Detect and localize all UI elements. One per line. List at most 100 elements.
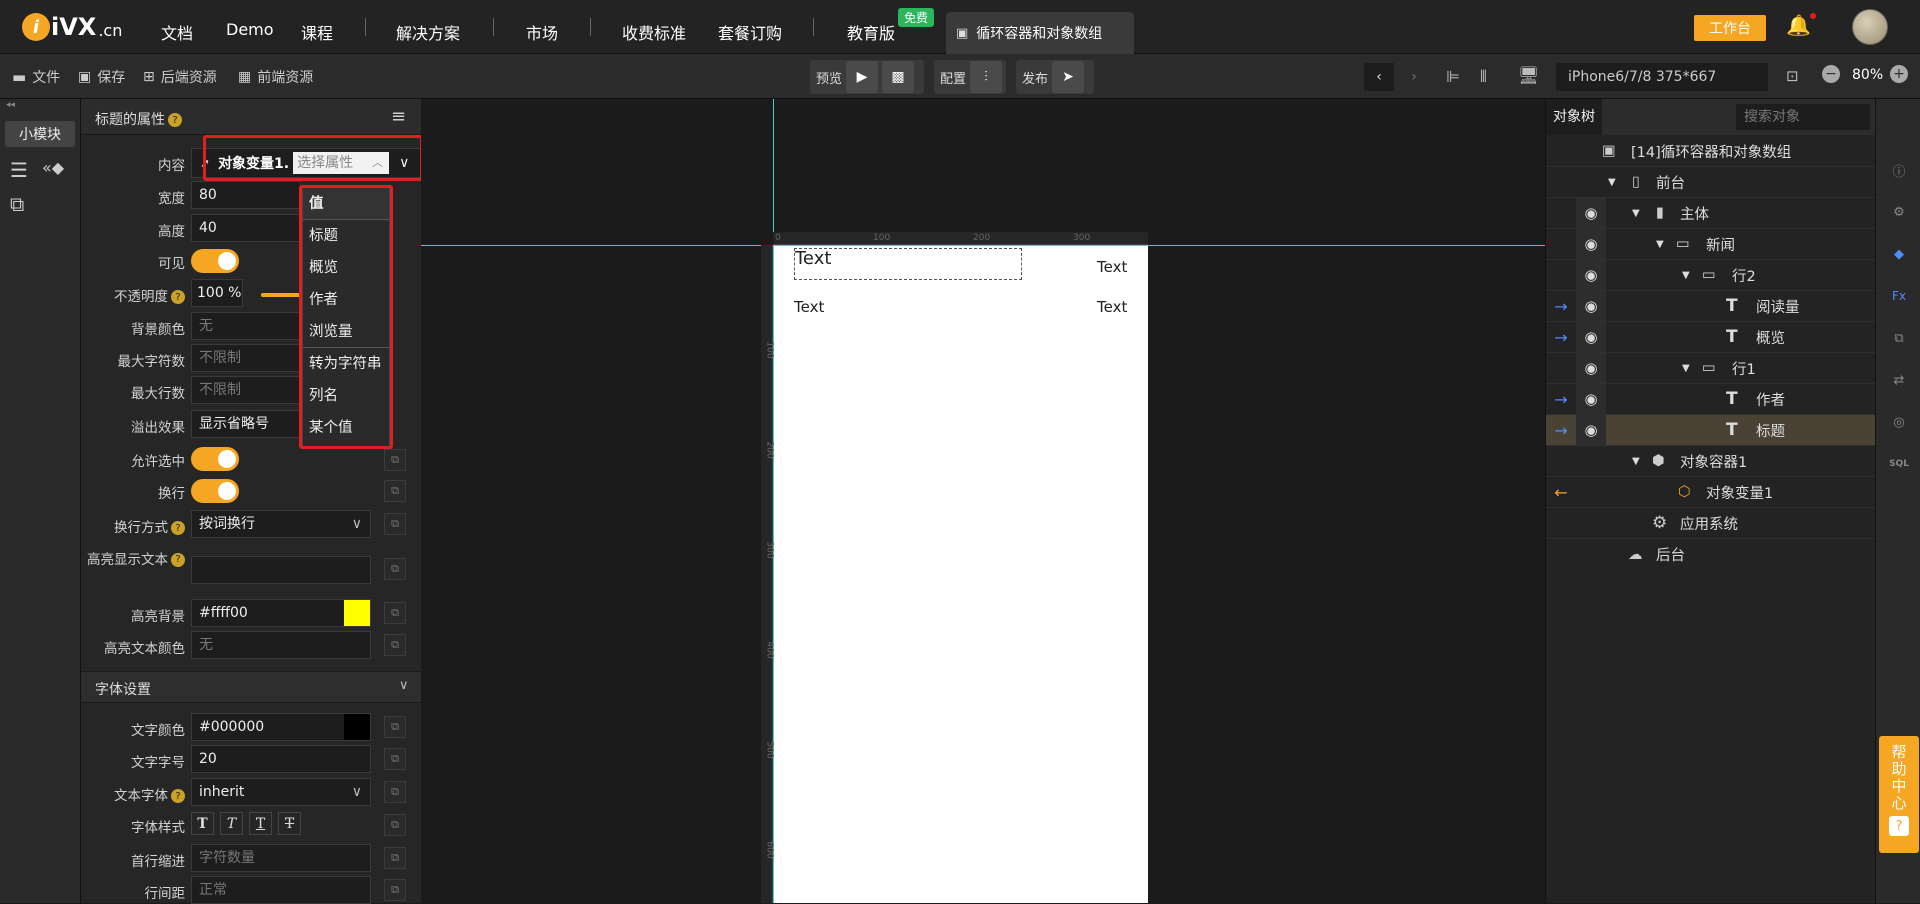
api-icon[interactable]: ◎ bbox=[1888, 411, 1910, 433]
italic-icon[interactable]: T bbox=[220, 812, 243, 835]
copy-button[interactable]: ⧉ bbox=[384, 602, 406, 624]
copy-button[interactable]: ⧉ bbox=[384, 558, 406, 580]
nav-demo[interactable]: Demo bbox=[226, 20, 274, 39]
tree-node-author[interactable]: → ◉ T 作者 bbox=[1546, 384, 1876, 415]
copy-button[interactable]: ⧉ bbox=[384, 480, 406, 502]
nav-education[interactable]: 教育版 bbox=[847, 20, 895, 44]
tree-node-backend[interactable]: ☁ 后台 bbox=[1546, 539, 1876, 570]
device-select[interactable]: iPhone6/7/8 375*667 bbox=[1556, 63, 1768, 91]
tree-node-overview[interactable]: → ◉ T 概览 bbox=[1546, 322, 1876, 353]
copy-button[interactable]: ⧉ bbox=[384, 513, 406, 535]
menu-icon[interactable]: ≡ bbox=[391, 106, 406, 127]
overflow-select[interactable]: 显示省略号 bbox=[191, 410, 301, 438]
canvas-text[interactable]: Text bbox=[794, 298, 824, 316]
tree-node-app-system[interactable]: ⚙ 应用系统 bbox=[1546, 508, 1876, 539]
nav-course[interactable]: 课程 bbox=[301, 20, 333, 44]
strikethrough-icon[interactable]: T bbox=[278, 812, 301, 835]
workbench-button[interactable]: 工作台 bbox=[1694, 15, 1766, 41]
device-monitor-icon[interactable]: 🖥 bbox=[1518, 66, 1540, 86]
eye-icon[interactable]: ◉ bbox=[1576, 384, 1606, 414]
bg-color-input[interactable]: 无 bbox=[191, 312, 301, 340]
back-button[interactable]: ‹ bbox=[1364, 63, 1394, 91]
selected-text-element[interactable]: Text bbox=[794, 248, 1022, 280]
copy-icon[interactable]: ⧉ bbox=[1888, 327, 1910, 349]
canvas-text[interactable]: Text bbox=[1097, 298, 1127, 316]
tree-node-project[interactable]: ▣ [14]循环容器和对象数组 bbox=[1546, 136, 1876, 167]
eye-icon[interactable]: ◉ bbox=[1576, 322, 1606, 352]
copy-button[interactable]: ⧉ bbox=[384, 716, 406, 738]
collapse-left-icon[interactable]: ◂◂ bbox=[6, 100, 15, 110]
tree-node-news[interactable]: ◉ ▼ ▭ 新闻 bbox=[1546, 229, 1876, 260]
qr-preview-button[interactable]: ▩ bbox=[882, 61, 915, 93]
tree-node-reads[interactable]: → ◉ T 阅读量 bbox=[1546, 291, 1876, 322]
copy-button[interactable]: ⧉ bbox=[384, 847, 406, 869]
arrow-right-icon[interactable]: → bbox=[1550, 295, 1572, 317]
underline-icon[interactable]: T bbox=[249, 812, 272, 835]
eye-icon[interactable]: ◉ bbox=[1576, 353, 1606, 383]
arrow-right-icon[interactable]: → bbox=[1550, 388, 1572, 410]
module-button[interactable]: 小模块 bbox=[5, 121, 75, 147]
copy-button[interactable]: ⧉ bbox=[384, 879, 406, 901]
highlight-color-input[interactable]: 无 bbox=[191, 631, 371, 659]
eye-icon[interactable]: ◉ bbox=[1576, 198, 1606, 228]
arrow-left-icon[interactable]: ← bbox=[1550, 481, 1572, 503]
tab-active-project[interactable]: ▣ 循环容器和对象数组 bbox=[946, 12, 1134, 54]
design-canvas[interactable]: 0 100 200 300 100 200 300 400 500 600 Te… bbox=[421, 99, 1545, 903]
eye-icon[interactable]: ◉ bbox=[1576, 260, 1606, 290]
nav-market[interactable]: 市场 bbox=[526, 20, 558, 44]
phone-screen[interactable]: Text Text Text Text bbox=[774, 246, 1148, 903]
copy-button[interactable]: ⧉ bbox=[384, 449, 406, 471]
line-height-input[interactable]: 正常 bbox=[191, 876, 371, 904]
save-button[interactable]: ▣ 保存 bbox=[78, 54, 125, 99]
event-icon[interactable]: ◆ bbox=[1888, 243, 1910, 265]
tree-node-row1[interactable]: ◉ ▼ ▭ 行1 bbox=[1546, 353, 1876, 384]
font-settings-header[interactable]: 字体设置 ∨ bbox=[81, 671, 421, 703]
max-chars-input[interactable]: 不限制 bbox=[191, 344, 301, 372]
text-color-swatch[interactable] bbox=[344, 714, 370, 740]
width-input[interactable]: 80 bbox=[191, 181, 301, 209]
tree-node-object-variable[interactable]: ← ⬡ 对象变量1 bbox=[1546, 477, 1876, 508]
font-size-input[interactable]: 20 bbox=[191, 745, 371, 773]
arrow-right-icon[interactable]: → bbox=[1550, 419, 1572, 441]
bold-icon[interactable]: T bbox=[191, 812, 214, 835]
logo[interactable]: i iVX .cn bbox=[22, 12, 122, 42]
canvas-text[interactable]: Text bbox=[1097, 258, 1127, 276]
help-center-button[interactable]: 帮助中心 ? bbox=[1879, 736, 1919, 853]
tree-search-input[interactable]: 搜索对象 bbox=[1736, 104, 1870, 130]
help-icon[interactable]: ? bbox=[171, 521, 185, 535]
backend-resources-button[interactable]: ⊞ 后端资源 bbox=[143, 54, 217, 99]
align-left-icon[interactable]: ⊫ bbox=[1446, 67, 1460, 86]
opacity-slider[interactable] bbox=[261, 293, 301, 297]
zoom-out-icon[interactable]: − bbox=[1822, 65, 1840, 83]
nav-pricing[interactable]: 收费标准 bbox=[622, 20, 686, 44]
forward-button[interactable]: › bbox=[1399, 63, 1429, 91]
publish-button[interactable]: ➤ bbox=[1052, 61, 1085, 93]
copy-button[interactable]: ⧉ bbox=[384, 781, 406, 803]
opacity-input[interactable]: 100 % bbox=[191, 279, 243, 307]
copy-button[interactable]: ⧉ bbox=[384, 634, 406, 656]
tree-node-title[interactable]: → ◉ T 标题 bbox=[1546, 415, 1876, 446]
swap-icon[interactable]: ⇄ bbox=[1888, 369, 1910, 391]
info-icon[interactable]: ⓘ bbox=[1888, 159, 1910, 181]
nav-docs[interactable]: 文档 bbox=[161, 20, 193, 44]
search-image-icon[interactable]: ⧉ bbox=[10, 192, 24, 216]
zoom-in-icon[interactable]: + bbox=[1890, 65, 1908, 83]
nav-subscription[interactable]: 套餐订购 bbox=[718, 20, 782, 44]
highlight-bg-input[interactable]: #ffff00 bbox=[191, 599, 371, 627]
text-color-input[interactable]: #000000 bbox=[191, 713, 371, 741]
font-family-select[interactable]: inherit ∨ bbox=[191, 778, 371, 806]
arrow-right-icon[interactable]: → bbox=[1550, 326, 1572, 348]
nav-solutions[interactable]: 解决方案 bbox=[396, 20, 460, 44]
help-icon[interactable]: ? bbox=[171, 553, 185, 567]
copy-button[interactable]: ⧉ bbox=[384, 814, 406, 836]
avatar[interactable] bbox=[1852, 9, 1888, 45]
frontend-resources-button[interactable]: ▦ 前端资源 bbox=[238, 54, 313, 99]
tab-object-tree[interactable]: 对象树 bbox=[1546, 99, 1602, 135]
file-button[interactable]: ▬ 文件 bbox=[12, 54, 60, 99]
help-icon[interactable]: ? bbox=[168, 113, 182, 127]
help-icon[interactable]: ? bbox=[171, 789, 185, 803]
highlight-text-input[interactable] bbox=[191, 556, 371, 584]
highlight-bg-swatch[interactable] bbox=[344, 600, 370, 626]
indent-input[interactable]: 字符数量 bbox=[191, 844, 371, 872]
tree-node-row2[interactable]: ◉ ▼ ▭ 行2 bbox=[1546, 260, 1876, 291]
